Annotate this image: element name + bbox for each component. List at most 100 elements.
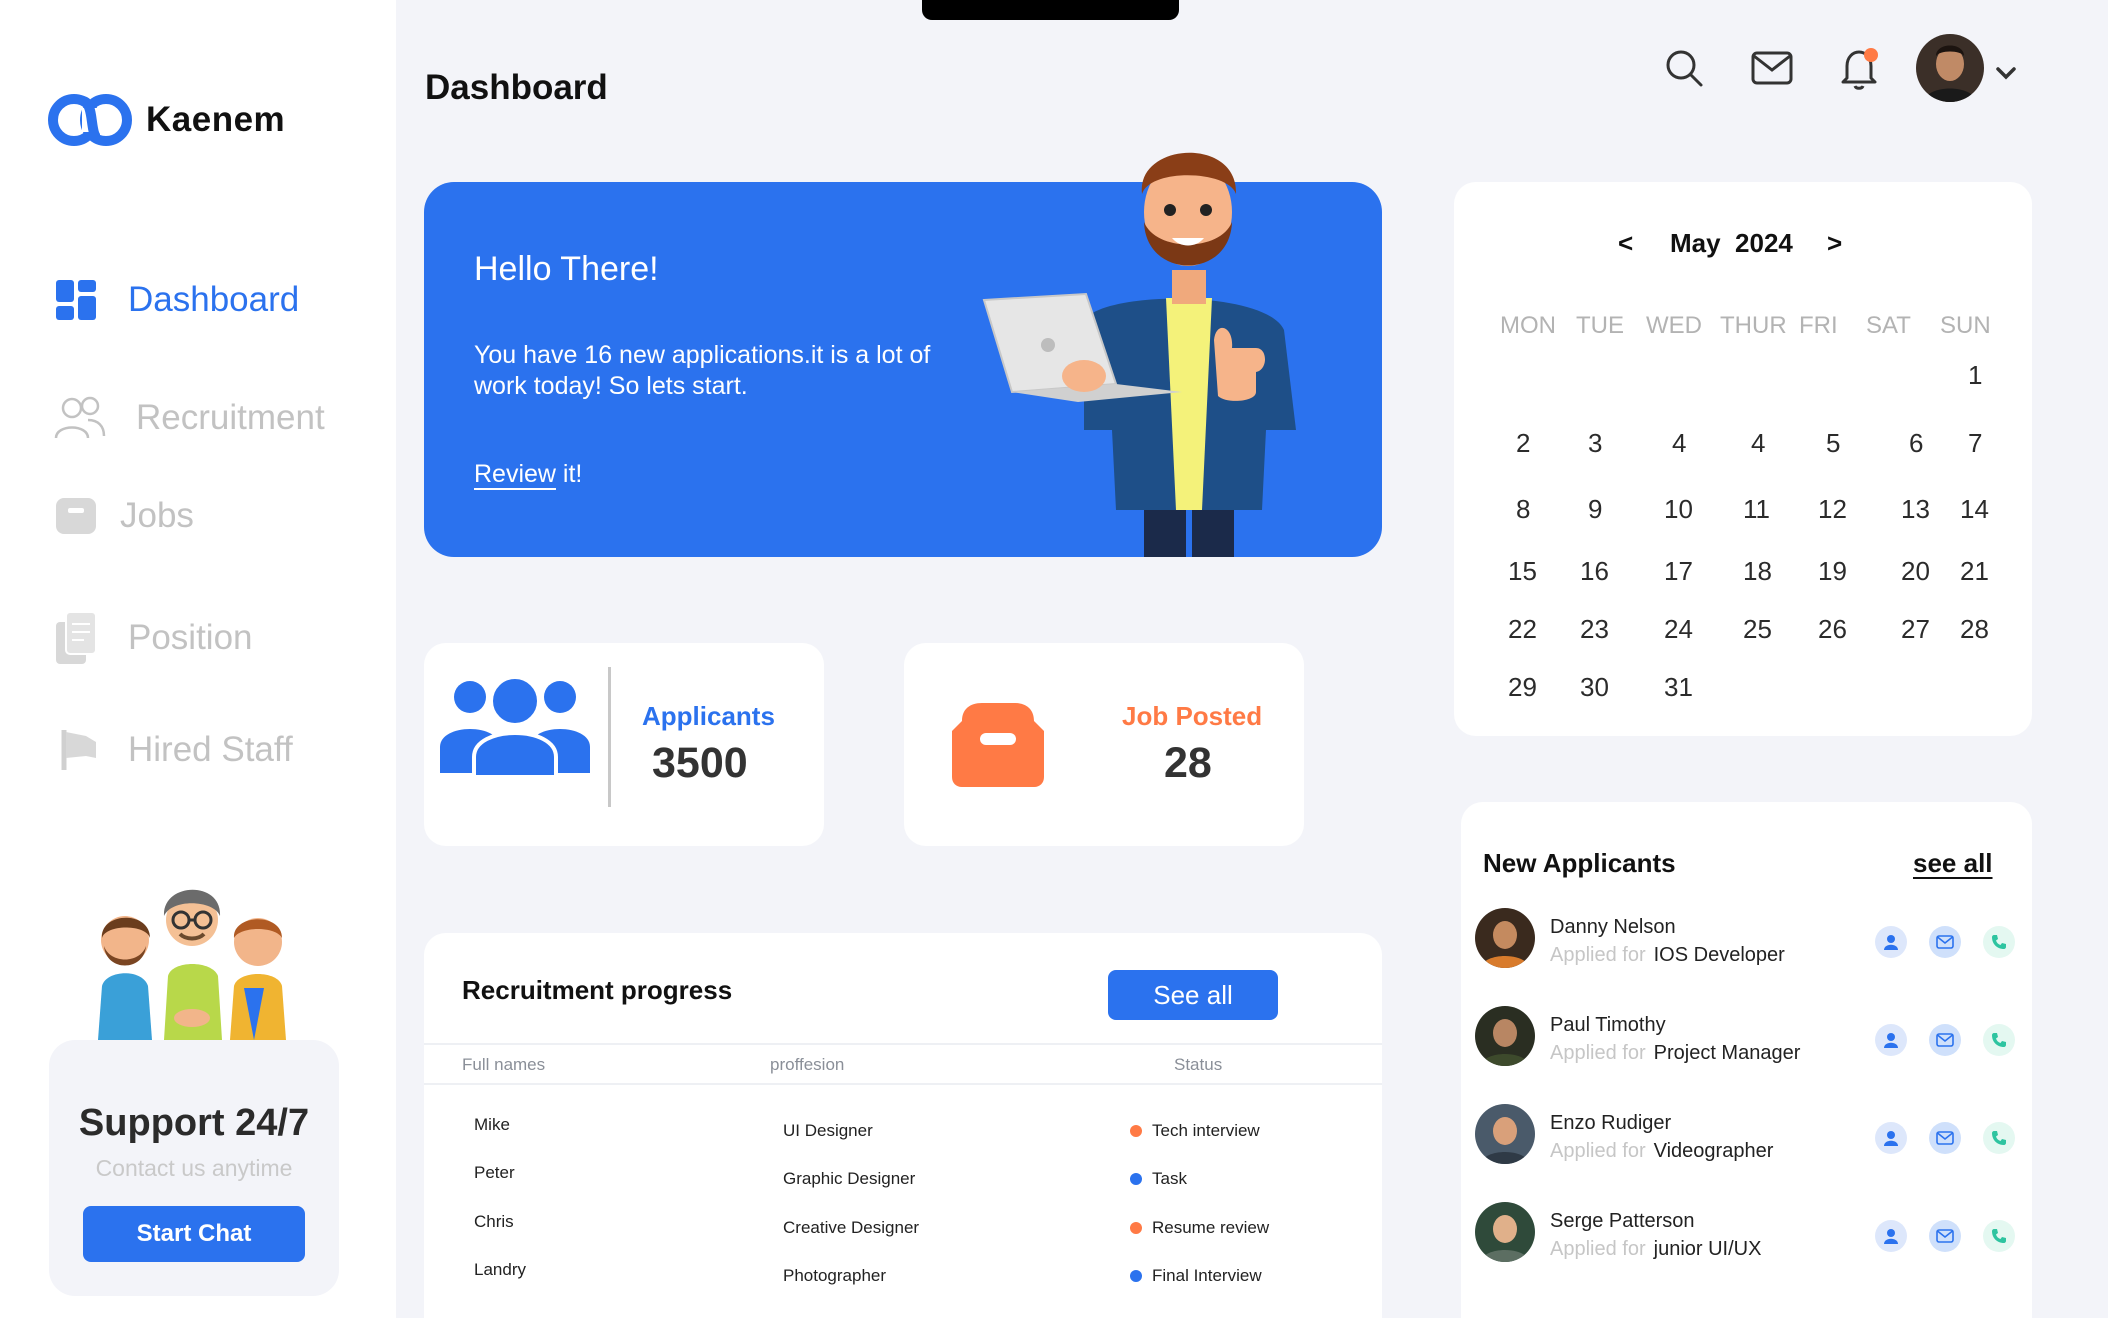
table-row[interactable]: Mike UI Designer Tech interview [424, 1115, 1382, 1145]
status-dot [1130, 1269, 1142, 1282]
calendar-date[interactable]: 24 [1664, 614, 1693, 645]
cell-status: Final Interview [1130, 1266, 1262, 1286]
calendar-date[interactable]: 18 [1743, 556, 1772, 587]
review-link[interactable]: Review [474, 460, 556, 488]
profile-button[interactable] [1875, 1220, 1907, 1252]
status-dot [1130, 1172, 1142, 1185]
hero-text: You have 16 new applications.it is a lot… [474, 341, 931, 400]
calendar-date[interactable]: 7 [1968, 428, 1982, 459]
calendar-date[interactable]: 12 [1818, 494, 1847, 525]
status-dot [1130, 1124, 1142, 1137]
applicants-card[interactable]: Applicants 3500 [424, 643, 824, 846]
message-button[interactable] [1929, 1024, 1961, 1056]
list-item[interactable]: Paul Timothy Applied for Project Manager [1475, 1004, 2015, 1068]
logo[interactable]: Kaenem [44, 88, 285, 152]
calendar-day-name: SUN [1940, 312, 1991, 339]
cell-name: Landry [474, 1260, 526, 1279]
flag-icon [61, 730, 96, 770]
calendar-date[interactable]: 21 [1960, 556, 1989, 587]
see-all-link[interactable]: see all [1913, 848, 1993, 879]
table-header: Full names proffesion Status [424, 1043, 1382, 1085]
applicants-value: 3500 [652, 739, 748, 787]
search-button[interactable] [1658, 42, 1710, 94]
notifications-button[interactable] [1834, 42, 1886, 94]
calendar-date[interactable]: 31 [1664, 672, 1693, 703]
section-title: New Applicants [1483, 848, 1676, 878]
hero-title: Hello There! [474, 250, 659, 288]
call-button[interactable] [1983, 926, 2015, 958]
calendar-date[interactable]: 9 [1588, 494, 1602, 525]
job-posted-label: Job Posted [1122, 701, 1263, 731]
call-button[interactable] [1983, 1024, 2015, 1056]
calendar-date[interactable]: 15 [1508, 556, 1537, 587]
job-posted-card[interactable]: Job Posted 28 [904, 643, 1304, 846]
mail-button[interactable] [1746, 42, 1798, 94]
see-all-button[interactable]: See all [1108, 970, 1278, 1020]
calendar-date[interactable]: 11 [1743, 494, 1770, 525]
profile-button[interactable] [1875, 1024, 1907, 1056]
list-item[interactable]: Enzo Rudiger Applied for Videographer [1475, 1102, 2015, 1166]
calendar-date[interactable]: 22 [1508, 614, 1537, 645]
calendar-date[interactable]: 23 [1580, 614, 1609, 645]
calendar-date[interactable]: 14 [1960, 494, 1989, 525]
call-button[interactable] [1983, 1122, 2015, 1154]
calendar-date[interactable]: 29 [1508, 672, 1537, 703]
user-avatar[interactable] [1916, 34, 1984, 102]
sidebar-item-jobs[interactable]: Jobs [54, 494, 194, 538]
calendar-date[interactable]: 2 [1516, 428, 1530, 459]
phone-icon [1992, 935, 2006, 949]
calendar-date[interactable]: 28 [1960, 614, 1989, 645]
calendar-date[interactable]: 13 [1901, 494, 1930, 525]
sidebar-item-hired-staff[interactable]: Hired Staff [60, 728, 293, 772]
calendar-date[interactable]: 10 [1664, 494, 1693, 525]
profile-button[interactable] [1875, 1122, 1907, 1154]
table-row[interactable]: Chris Creative Designer Resume review [424, 1212, 1382, 1242]
cell-profession: Creative Designer [783, 1218, 920, 1237]
table-row[interactable]: Landry Photographer Final Interview [424, 1260, 1382, 1290]
box-icon [56, 498, 96, 534]
calendar-date[interactable]: 25 [1743, 614, 1772, 645]
calendar-date[interactable]: 27 [1901, 614, 1930, 645]
man-with-laptop-illustration [982, 152, 1296, 557]
camera-notch [922, 0, 1179, 20]
sidebar-item-position[interactable]: Position [54, 610, 253, 666]
start-chat-button[interactable]: Start Chat [83, 1206, 305, 1262]
calendar-next-button[interactable]: > [1827, 228, 1842, 259]
calendar-date[interactable]: 5 [1826, 428, 1840, 459]
calendar-date[interactable]: 16 [1580, 556, 1609, 587]
profile-button[interactable] [1875, 926, 1907, 958]
sidebar-item-label: Recruitment [136, 398, 325, 437]
message-button[interactable] [1929, 1122, 1961, 1154]
calendar-date[interactable]: 3 [1588, 428, 1602, 459]
avatar [1475, 1104, 1535, 1164]
calendar-date[interactable]: 17 [1664, 556, 1693, 587]
message-button[interactable] [1929, 926, 1961, 958]
list-item[interactable]: Danny Nelson Applied for IOS Developer [1475, 906, 2015, 970]
applicant-name: Paul Timothy [1550, 1014, 1666, 1036]
calendar-date[interactable]: 20 [1901, 556, 1930, 587]
calendar-date[interactable]: 4 [1672, 428, 1686, 459]
list-item[interactable]: Serge Patterson Applied for junior UI/UX [1475, 1200, 2015, 1264]
recruitment-progress-panel: Recruitment progress See all Full names … [424, 933, 1382, 1318]
calendar-date[interactable]: 1 [1968, 360, 1982, 391]
sidebar-item-dashboard[interactable]: Dashboard [54, 278, 299, 322]
sidebar-item-recruitment[interactable]: Recruitment [54, 396, 325, 440]
calendar-date[interactable]: 19 [1818, 556, 1847, 587]
support-subtitle: Contact us anytime [95, 1155, 293, 1181]
calendar-prev-button[interactable]: < [1618, 228, 1633, 259]
chevron-down-icon[interactable] [1994, 65, 2018, 81]
calendar-date[interactable]: 4 [1751, 428, 1765, 459]
call-button[interactable] [1983, 1220, 2015, 1252]
table-row[interactable]: Peter Graphic Designer Task [424, 1163, 1382, 1193]
calendar-date[interactable]: 26 [1818, 614, 1847, 645]
header-actions [1658, 34, 2018, 102]
calendar-date[interactable]: 30 [1580, 672, 1609, 703]
review-suffix: it! [555, 460, 583, 488]
grid-icon [56, 280, 96, 320]
phone-icon [1992, 1229, 2006, 1243]
message-button[interactable] [1929, 1220, 1961, 1252]
cell-status: Task [1130, 1169, 1187, 1189]
calendar-date[interactable]: 6 [1909, 428, 1923, 459]
calendar-date[interactable]: 8 [1516, 494, 1530, 525]
cell-status: Tech interview [1130, 1121, 1260, 1141]
